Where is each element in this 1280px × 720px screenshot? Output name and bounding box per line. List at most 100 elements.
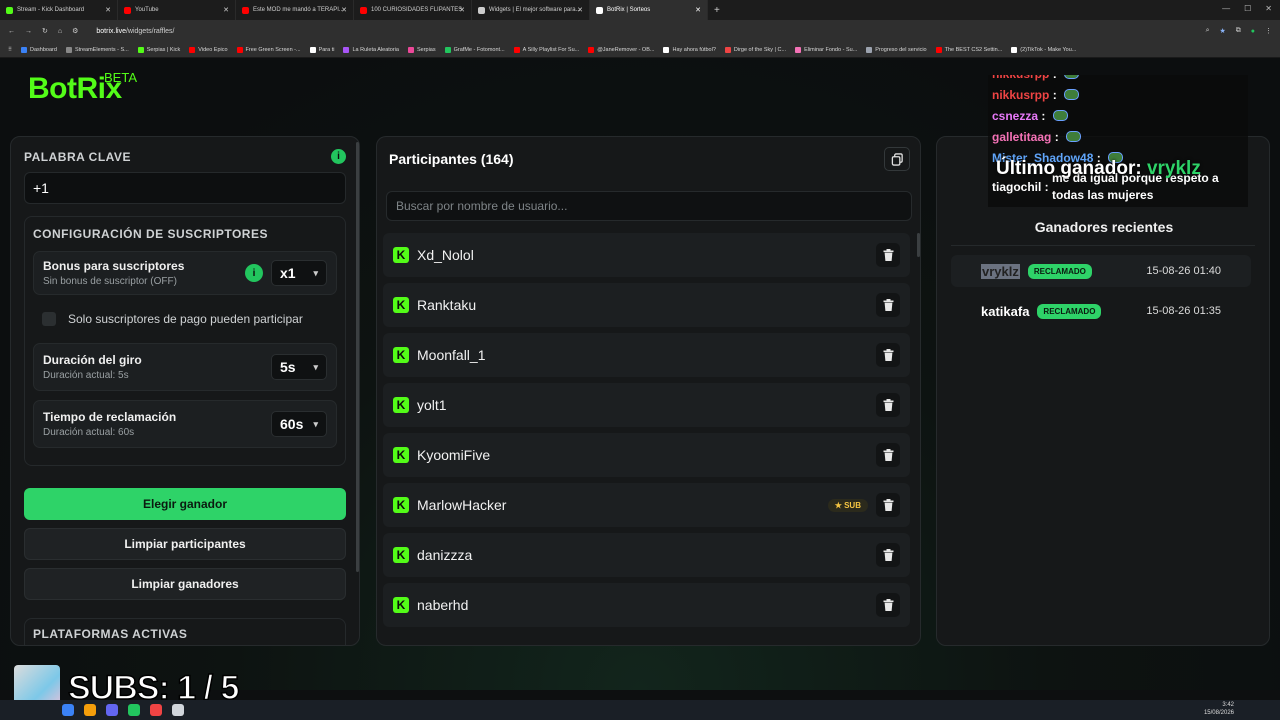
- chat-line: nikkusrpp :: [992, 75, 1244, 84]
- remove-participant-button[interactable]: [876, 343, 900, 367]
- bookmark-favicon-icon: [309, 46, 316, 53]
- close-tab-icon[interactable]: ✕: [459, 6, 465, 14]
- minimize-icon[interactable]: —: [1222, 4, 1230, 13]
- keyword-input[interactable]: +1: [24, 172, 346, 204]
- participant-row: Knaberhd: [383, 583, 910, 627]
- settings-scrollbar[interactable]: [356, 142, 359, 572]
- bookmark-item[interactable]: Progreso del servicio: [866, 46, 927, 53]
- remove-participant-button[interactable]: [876, 393, 900, 417]
- paid-only-checkbox[interactable]: [42, 312, 56, 326]
- pick-winner-button[interactable]: Elegir ganador: [24, 488, 346, 520]
- participant-username: danizzza: [417, 547, 473, 563]
- bonus-info-icon[interactable]: i: [245, 264, 263, 282]
- bookmark-item[interactable]: Serpias | Kick: [137, 46, 180, 53]
- recent-winners-panel: Ganadores recientes vryklz RECLAMADO 15-08…: [936, 136, 1270, 646]
- subscriber-config-label: CONFIGURACIÓN DE SUSCRIPTORES: [33, 227, 268, 241]
- close-tab-icon[interactable]: ✕: [577, 6, 583, 14]
- browser-tab[interactable]: Stream - Kick Dashboard ✕: [0, 0, 118, 20]
- remove-participant-button[interactable]: [876, 243, 900, 267]
- chat-username: galletitaag: [992, 129, 1052, 144]
- apps-icon[interactable]: ⠿: [8, 47, 12, 53]
- last-winner-label: Último ganador:: [996, 158, 1142, 179]
- file-explorer-icon[interactable]: [62, 704, 74, 716]
- browser-tab[interactable]: 100 CURIOSIDADES FLIPANTES ✕: [354, 0, 472, 20]
- bookmark-star-icon[interactable]: ★: [1219, 27, 1225, 35]
- bookmark-item[interactable]: Dirge of the Sky | C...: [724, 46, 786, 53]
- new-tab-button[interactable]: +: [714, 5, 720, 16]
- system-clock[interactable]: 3:42 15/08/2026: [1204, 701, 1234, 717]
- participant-username: MarlowHacker: [417, 497, 507, 513]
- zoom-icon[interactable]: ⌕: [1206, 27, 1210, 35]
- bookmark-item[interactable]: StreamElements - S...: [65, 46, 129, 53]
- forward-icon[interactable]: →: [25, 28, 32, 35]
- trash-icon: [883, 499, 893, 511]
- chat-username: nikkusrpp: [992, 75, 1049, 81]
- chrome-icon[interactable]: [84, 704, 96, 716]
- clear-participants-button[interactable]: Limpiar participantes: [24, 528, 346, 560]
- remove-participant-button[interactable]: [876, 543, 900, 567]
- bookmark-item[interactable]: A Silly Playlist For Su...: [513, 46, 579, 53]
- browser-tab[interactable]: Widgets | El mejor software para... ✕: [472, 0, 590, 20]
- bookmark-favicon-icon: [65, 46, 72, 53]
- kick-logo-icon: K: [393, 297, 409, 313]
- spin-duration-select[interactable]: 5s ▾: [271, 354, 327, 380]
- reload-icon[interactable]: ↻: [42, 27, 48, 35]
- browser-tab[interactable]: Este MOD me mandó a TERAPI... ✕: [236, 0, 354, 20]
- bookmark-label: Serpias: [416, 46, 436, 53]
- bonus-select[interactable]: x1 ▾: [271, 260, 327, 286]
- close-tab-icon[interactable]: ✕: [223, 6, 229, 14]
- obs-icon[interactable]: [150, 704, 162, 716]
- bookmark-item[interactable]: Eliminar Fondo - Su...: [795, 46, 857, 53]
- trash-icon: [883, 599, 893, 611]
- bookmark-item[interactable]: La Ruleta Aleatoria: [343, 46, 399, 53]
- close-tab-icon[interactable]: ✕: [695, 6, 701, 14]
- participant-list: K Xd_Nolol K Ranktaku K Moonfall_1 Kyolt1 K Kyoo…: [383, 233, 910, 633]
- close-tab-icon[interactable]: ✕: [341, 6, 347, 14]
- tab-favicon-icon: [596, 6, 603, 14]
- discord-icon[interactable]: [106, 704, 118, 716]
- maximize-icon[interactable]: ☐: [1244, 4, 1251, 13]
- bookmark-item[interactable]: Free Green Screen -...: [236, 46, 301, 53]
- participant-list-scrollbar[interactable]: [917, 233, 920, 257]
- menu-icon[interactable]: ⋮: [1265, 27, 1272, 35]
- winner-username: vryklz: [981, 263, 1020, 279]
- close-tab-icon[interactable]: ✕: [105, 6, 111, 14]
- home-icon[interactable]: ⌂: [58, 28, 62, 35]
- spotify-icon[interactable]: [128, 704, 140, 716]
- remove-participant-button[interactable]: [876, 293, 900, 317]
- remove-participant-button[interactable]: [876, 493, 900, 517]
- browser-tab[interactable]: BotRix | Sorteos ✕: [590, 0, 708, 20]
- bookmark-item[interactable]: Hay ahora fútbol?: [663, 46, 716, 53]
- app-icon[interactable]: [172, 704, 184, 716]
- clear-winners-button[interactable]: Limpiar ganadores: [24, 568, 346, 600]
- profile-avatar-icon[interactable]: ●: [1251, 28, 1255, 35]
- bookmark-item[interactable]: The BEST CS2 Settin...: [935, 46, 1002, 53]
- browser-tab[interactable]: YouTube ✕: [118, 0, 236, 20]
- close-window-icon[interactable]: ✕: [1265, 4, 1272, 13]
- bookmark-item[interactable]: Para ti: [309, 46, 334, 53]
- bookmark-favicon-icon: [189, 46, 196, 53]
- bonus-subtitle: Sin bonus de suscriptor (OFF): [43, 276, 177, 287]
- winner-date: 15-08-26 01:35: [1146, 305, 1221, 317]
- url-field[interactable]: botrix.live/widgets/raffles/: [96, 28, 174, 35]
- copy-button[interactable]: [884, 147, 910, 171]
- site-info-icon[interactable]: ⚙: [72, 27, 78, 35]
- info-icon[interactable]: i: [331, 149, 346, 164]
- winner-row: vryklz RECLAMADO 15-08-26 01:40: [951, 255, 1251, 287]
- back-icon[interactable]: ←: [8, 28, 15, 35]
- emote-icon: [1064, 75, 1080, 79]
- bookmark-item[interactable]: GrafMe - Fotomont...: [444, 46, 505, 53]
- bookmark-item[interactable]: Video Epico: [189, 46, 228, 53]
- extensions-icon[interactable]: ⧉: [1236, 27, 1241, 35]
- chat-line: Ranktaku :: [992, 206, 1244, 207]
- bookmark-item[interactable]: (2)TikTok - Make You...: [1011, 46, 1076, 53]
- remove-participant-button[interactable]: [876, 593, 900, 617]
- claim-time-select[interactable]: 60s ▾: [271, 411, 327, 437]
- bookmark-item[interactable]: Serpias: [407, 46, 436, 53]
- bookmark-item[interactable]: Dashboard: [21, 46, 57, 53]
- remove-participant-button[interactable]: [876, 443, 900, 467]
- winner-username: katikafa: [981, 303, 1030, 319]
- participant-row: K Moonfall_1: [383, 333, 910, 377]
- participant-search-input[interactable]: Buscar por nombre de usuario...: [386, 191, 912, 221]
- bookmark-item[interactable]: @JaneRemover - OB...: [588, 46, 654, 53]
